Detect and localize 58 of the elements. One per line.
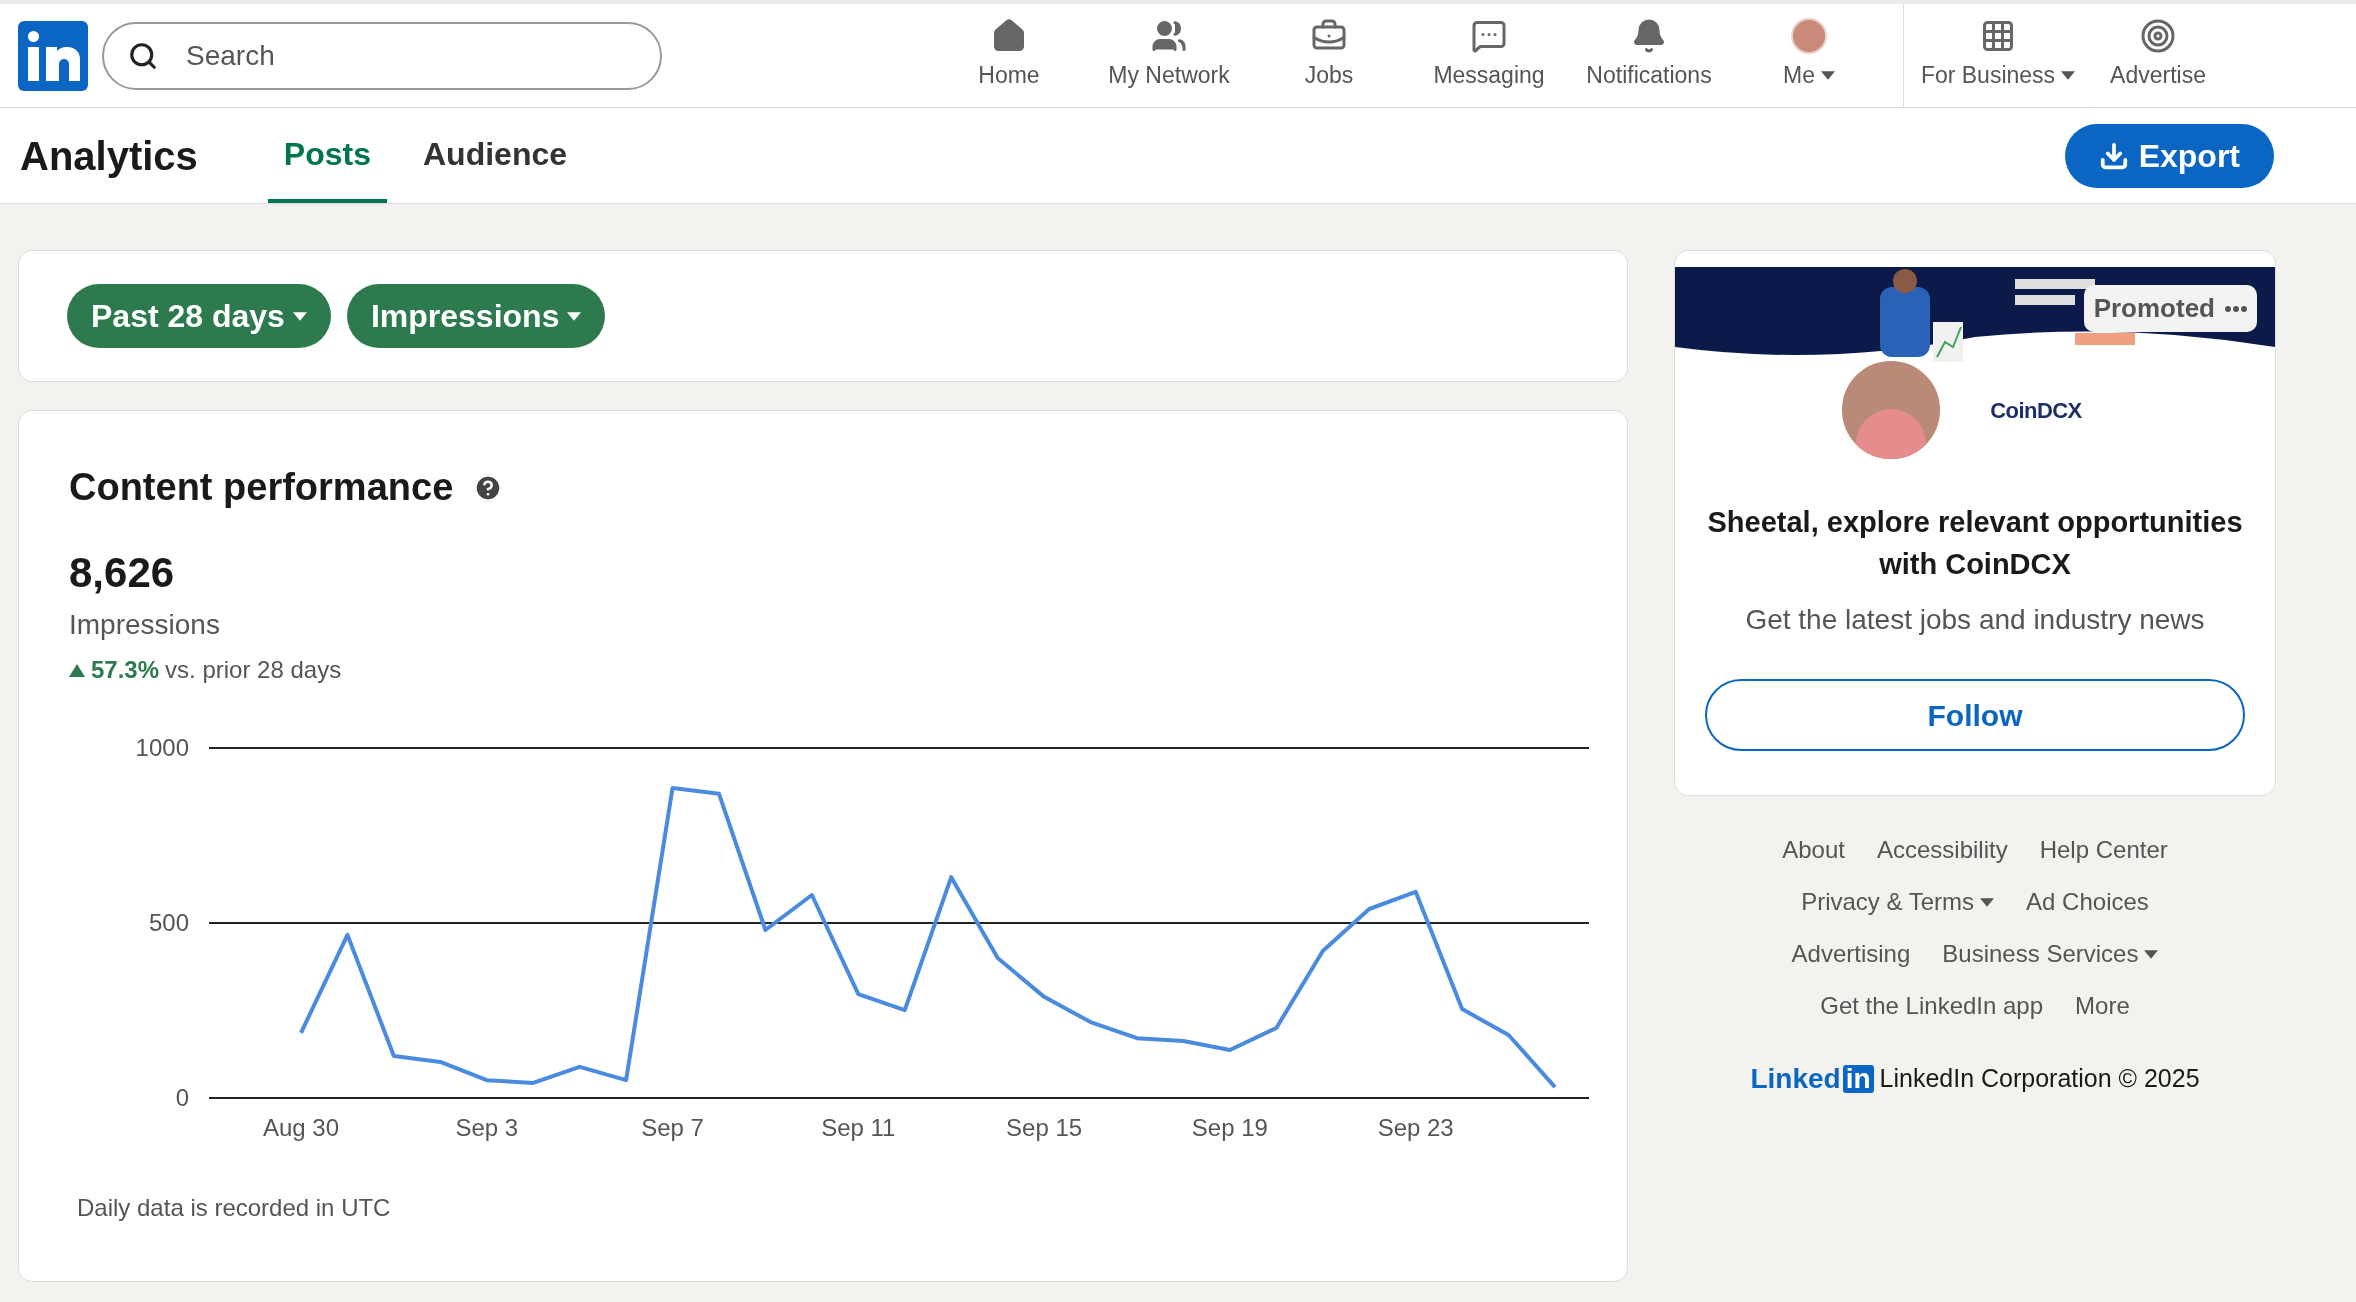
footer-link[interactable]: Accessibility — [1876, 832, 2008, 868]
promoted-badge[interactable]: Promoted — [2083, 285, 2257, 332]
search-field[interactable]: Search — [102, 21, 662, 90]
change-percent: 57.3% — [91, 655, 160, 685]
footer-link[interactable]: Advertising — [1791, 936, 1911, 972]
axis-label: Sep 23 — [1377, 1114, 1454, 1141]
export-button[interactable]: Export — [2064, 123, 2274, 188]
tab[interactable]: Posts — [267, 108, 387, 203]
axis-label: Sep 15 — [1006, 1114, 1083, 1141]
change-comparison: vs. prior 28 days — [165, 655, 342, 685]
axis-label: 1000 — [135, 734, 189, 761]
company-logo: CoinDCX — [1990, 396, 2082, 425]
nav-item[interactable]: Notifications — [1586, 58, 1712, 93]
avatar — [1791, 18, 1827, 55]
nav-item[interactable]: Me — [1783, 58, 1815, 93]
axis-label: Sep 11 — [821, 1114, 896, 1141]
target-icon — [2140, 18, 2176, 55]
caret-icon — [567, 311, 582, 321]
axis-label: 0 — [175, 1084, 189, 1111]
ad-headline: Sheetal, explore relevant opportunities with CoinDCX — [1706, 505, 2244, 582]
footer-link[interactable]: Get the LinkedIn app — [1820, 988, 2044, 1024]
axis-label: Sep 19 — [1191, 1114, 1268, 1141]
total-value: 8,626 — [69, 552, 176, 594]
search-icon — [128, 40, 158, 71]
ad-subtext: Get the latest jobs and industry news — [1745, 603, 2205, 637]
filter-dropdown[interactable]: Past 28 days — [67, 284, 331, 348]
download-icon — [2098, 140, 2129, 171]
metric-label: Impressions — [69, 608, 221, 642]
linkedin-logo: Linked in — [1750, 1058, 1874, 1100]
nav-item[interactable]: For Business — [1920, 58, 2056, 93]
footnote: Daily data is recorded in UTC — [77, 1193, 392, 1223]
nav-item[interactable]: Jobs — [1304, 58, 1354, 93]
footer-link[interactable]: Ad Choices — [2026, 884, 2149, 920]
copyright: LinkedIn Corporation © 2025 — [1879, 1063, 2200, 1095]
linkedin-logo[interactable] — [18, 20, 88, 91]
axis-label: Sep 7 — [641, 1114, 704, 1141]
axis-label: 500 — [148, 909, 189, 936]
page-title: Analytics — [20, 132, 198, 180]
nav-item[interactable]: Advertise — [2110, 58, 2206, 93]
nav-item[interactable]: My Network — [1108, 58, 1230, 93]
caret-icon — [292, 311, 307, 321]
filter-dropdown[interactable]: Impressions — [346, 284, 606, 348]
axis-label: Aug 30 — [262, 1114, 340, 1141]
up-triangle-icon — [69, 663, 85, 677]
nav-item[interactable]: Messaging — [1433, 58, 1545, 93]
nav-item[interactable]: Home — [978, 58, 1040, 93]
axis-label: Sep 3 — [455, 1114, 519, 1141]
follow-button[interactable]: Follow — [1705, 679, 2245, 751]
footer-link[interactable]: Privacy & Terms — [1801, 884, 1975, 920]
footer-link[interactable]: Business Services — [1942, 936, 2139, 972]
more-icon — [2225, 305, 2247, 312]
chat-icon — [1471, 18, 1507, 55]
card-title: Content performance — [69, 465, 454, 510]
footer-link[interactable]: About — [1782, 832, 1845, 868]
tab[interactable]: Audience — [407, 108, 584, 203]
footer-link[interactable]: Help Center — [2039, 832, 2168, 868]
footer-link[interactable]: More — [2075, 988, 2130, 1024]
bell-icon — [1631, 18, 1667, 55]
